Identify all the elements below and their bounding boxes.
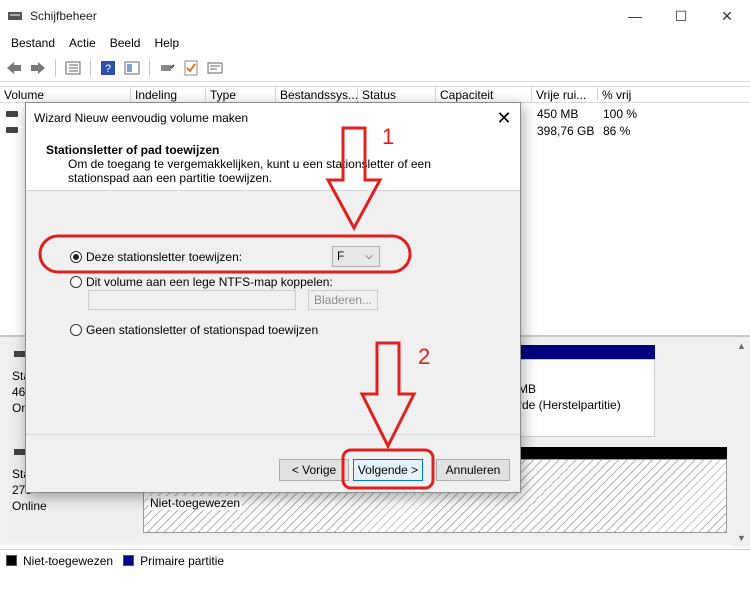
annotation-step-1: 1 xyxy=(382,124,395,149)
annotation-overlay xyxy=(38,126,435,490)
arrow-down-icon xyxy=(359,341,417,450)
arrow-down-icon xyxy=(325,126,383,232)
highlight-next-box xyxy=(341,448,435,490)
highlight-ellipse xyxy=(38,234,412,274)
annotation-step-2: 2 xyxy=(418,344,431,369)
